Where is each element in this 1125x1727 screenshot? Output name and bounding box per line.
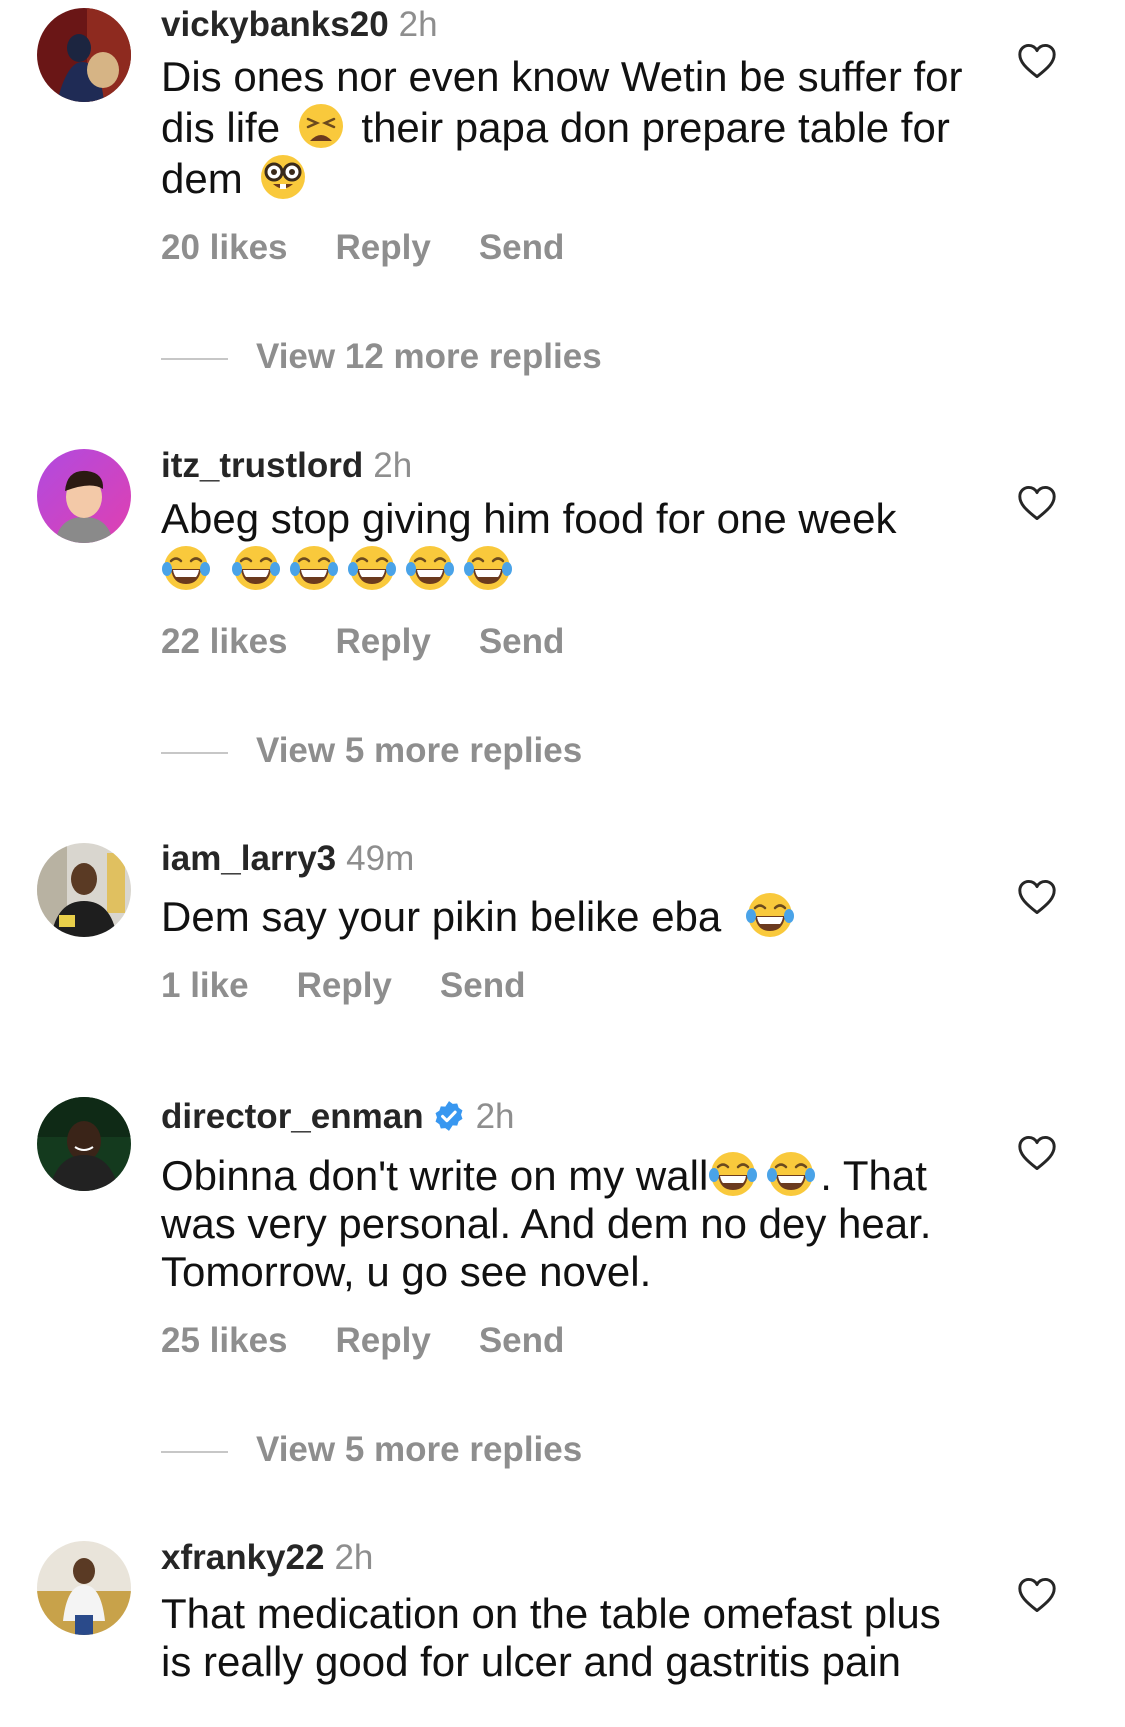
username[interactable]: iam_larry3 (161, 839, 336, 878)
reply-button[interactable]: Reply (336, 228, 431, 267)
comment-text: That medication on the table omefast plu… (161, 1590, 941, 1685)
comment-header: itz_trustlord 2h (161, 445, 412, 487)
send-button[interactable]: Send (479, 622, 565, 661)
send-button[interactable]: Send (479, 228, 565, 267)
replies-divider (161, 357, 228, 360)
comment-text: Obinna don't write on my wall. That was … (161, 1149, 981, 1296)
comment-actions: 22 likes Reply Send (161, 621, 612, 663)
send-button[interactable]: Send (479, 1321, 565, 1360)
heart-outline-icon[interactable] (1017, 485, 1057, 521)
verified-badge-icon (432, 1099, 466, 1133)
heart-outline-icon[interactable] (1017, 1577, 1057, 1613)
username[interactable]: director_enman (161, 1097, 424, 1136)
comment-header: director_enman 2h (161, 1096, 515, 1138)
comment-header: xfranky22 2h (161, 1537, 373, 1579)
comment-actions: 20 likes Reply Send (161, 227, 612, 269)
replies-divider (161, 1450, 228, 1453)
view-replies-button[interactable]: View 5 more replies (161, 730, 582, 772)
nerd-face-emoji (258, 152, 308, 202)
comment-text: Abeg stop giving him food for one week (161, 495, 981, 594)
comment-text: Dis ones nor even know Wetin be suffer f… (161, 53, 963, 202)
likes-count[interactable]: 20 likes (161, 228, 288, 267)
likes-count[interactable]: 22 likes (161, 622, 288, 661)
reply-button[interactable]: Reply (297, 966, 392, 1005)
username[interactable]: itz_trustlord (161, 446, 363, 485)
weary-face-emoji (296, 101, 346, 151)
view-replies-button[interactable]: View 12 more replies (161, 336, 602, 378)
avatar[interactable] (37, 449, 131, 543)
view-replies-button[interactable]: View 5 more replies (161, 1429, 582, 1471)
reply-button[interactable]: Reply (336, 622, 431, 661)
comment-text: Dem say your pikin belike eba (161, 890, 981, 941)
tears-of-joy-emoji (463, 543, 513, 593)
timestamp: 2h (398, 5, 438, 44)
username[interactable]: vickybanks20 (161, 5, 389, 44)
likes-count[interactable]: 1 like (161, 966, 249, 1005)
avatar[interactable] (37, 8, 131, 102)
timestamp: 2h (373, 446, 413, 485)
timestamp: 2h (475, 1097, 515, 1136)
reply-button[interactable]: Reply (336, 1321, 431, 1360)
send-button[interactable]: Send (440, 966, 526, 1005)
comment-actions: 25 likes Reply Send (161, 1320, 612, 1362)
avatar[interactable] (37, 1541, 131, 1635)
username[interactable]: xfranky22 (161, 1538, 324, 1577)
avatar[interactable] (37, 1097, 131, 1191)
tears-of-joy-emoji (766, 1149, 816, 1199)
replies-divider (161, 751, 228, 754)
comment-header: vickybanks20 2h (161, 4, 438, 46)
heart-outline-icon[interactable] (1017, 1135, 1057, 1171)
comment-header: iam_larry3 49m (161, 838, 414, 880)
heart-outline-icon[interactable] (1017, 879, 1057, 915)
likes-count[interactable]: 25 likes (161, 1321, 288, 1360)
tears-of-joy-emoji (745, 890, 795, 940)
avatar[interactable] (37, 843, 131, 937)
tears-of-joy-emoji (347, 543, 397, 593)
heart-outline-icon[interactable] (1017, 43, 1057, 79)
comment-actions: 1 like Reply Send (161, 965, 573, 1007)
tears-of-joy-emoji (161, 543, 211, 593)
tears-of-joy-emoji (289, 543, 339, 593)
timestamp: 49m (346, 839, 415, 878)
tears-of-joy-emoji (405, 543, 455, 593)
tears-of-joy-emoji (231, 543, 281, 593)
timestamp: 2h (334, 1538, 374, 1577)
tears-of-joy-emoji (708, 1149, 758, 1199)
